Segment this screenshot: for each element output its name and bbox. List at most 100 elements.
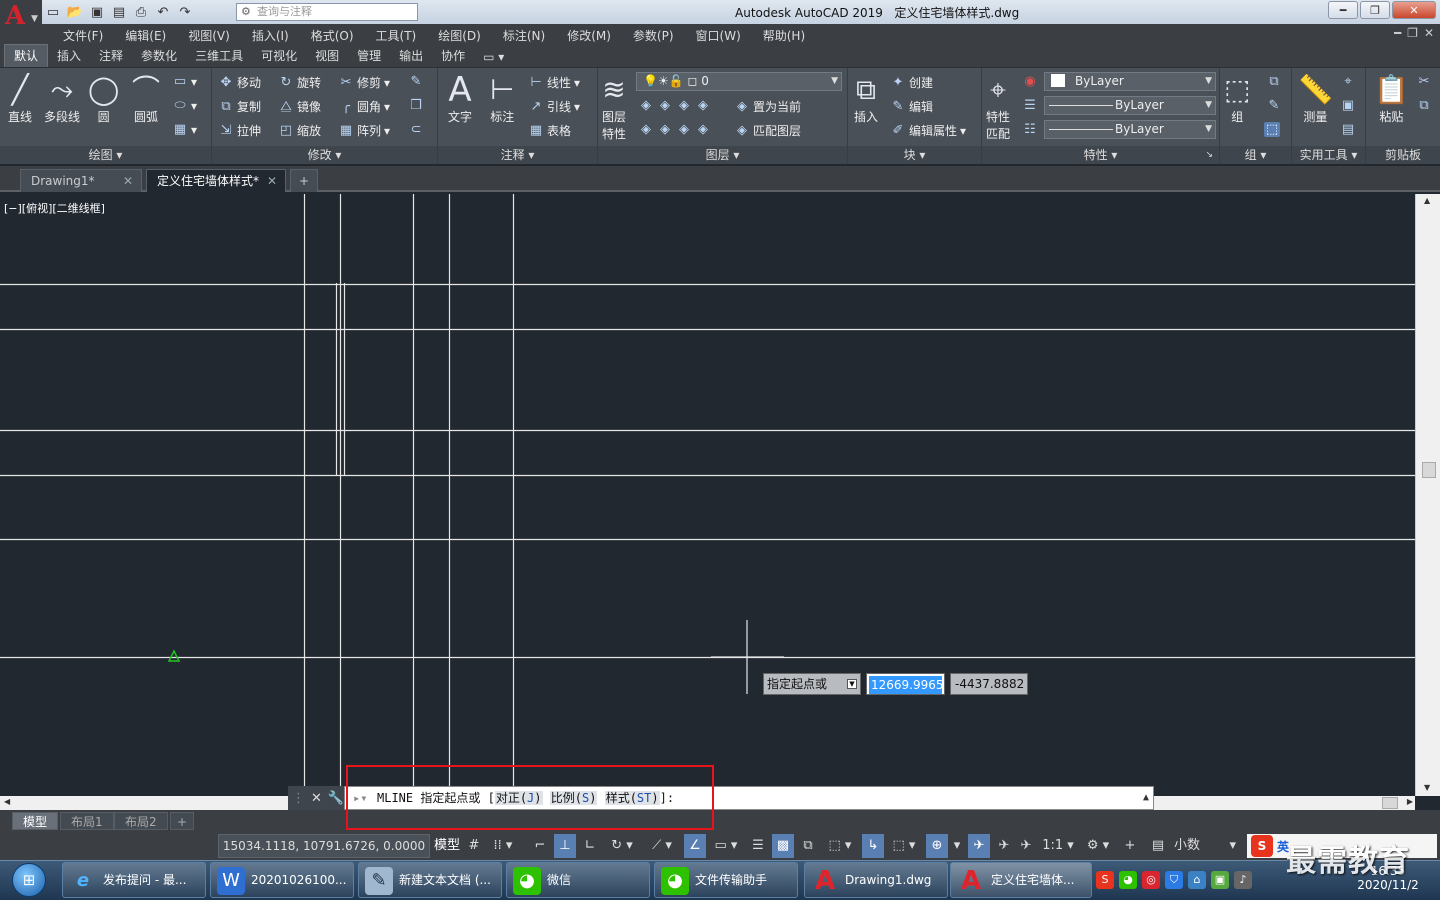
network-tray-icon[interactable]: ⌂ bbox=[1188, 871, 1206, 889]
stretch-button[interactable]: ⇲ 拉伸 bbox=[218, 122, 261, 139]
edit-attribute-button[interactable]: ✐ 编辑属性 ▾ bbox=[890, 122, 967, 139]
annotation-monitor-icon[interactable]: + bbox=[1120, 834, 1140, 858]
new-file-icon[interactable]: ▭ bbox=[44, 3, 62, 21]
units-icon[interactable]: ▤ bbox=[1148, 834, 1168, 858]
color-dropdown[interactable]: ByLayer ▼ bbox=[1044, 72, 1216, 91]
linetype-dropdown[interactable]: ByLayer ▼ bbox=[1044, 96, 1216, 115]
mirror-button[interactable]: ⧋ 镜像 bbox=[278, 98, 321, 115]
menu-window[interactable]: 窗口(W) bbox=[685, 27, 752, 44]
menu-parametric[interactable]: 参数(P) bbox=[622, 27, 685, 44]
text-button[interactable]: A 文字 bbox=[448, 72, 472, 125]
gizmo-icon[interactable]: ⊕ bbox=[926, 834, 948, 858]
sogou-tray-icon[interactable]: S bbox=[1096, 871, 1114, 889]
add-layout-button[interactable]: + bbox=[170, 812, 195, 830]
menu-help[interactable]: 帮助(H) bbox=[752, 27, 816, 44]
application-menu-button[interactable]: A ▼ bbox=[0, 0, 42, 36]
dynamic-input-x[interactable]: 12669.9965 bbox=[866, 673, 945, 695]
selection-cycling-icon[interactable]: ⧉ bbox=[798, 834, 818, 858]
circle-button[interactable]: ◯ 圆 bbox=[88, 72, 119, 125]
leader-button[interactable]: ↗ 引线 ▾ bbox=[528, 98, 581, 115]
insert-block-button[interactable]: ⧉ 插入 bbox=[854, 72, 878, 125]
draw-panel-title[interactable]: 绘图 ▾ bbox=[0, 146, 211, 164]
copy-clip-icon[interactable]: ⧉ bbox=[1416, 98, 1432, 113]
gizmo-dropdown-icon[interactable]: ▾ bbox=[950, 834, 964, 858]
measure-button[interactable]: 📏 测量 bbox=[1298, 72, 1333, 125]
tab-layout2[interactable]: 布局2 bbox=[114, 812, 168, 830]
layer-dropdown[interactable]: 💡☀🔓 ◻ 0 ▼ bbox=[636, 72, 842, 91]
group-button[interactable]: ⬚ 组 bbox=[1224, 72, 1250, 125]
speaker-tray-icon[interactable]: ♪ bbox=[1234, 871, 1252, 889]
copy-button[interactable]: ⧉ 复制 bbox=[218, 98, 261, 115]
isodraft-icon[interactable]: ⟋ ▾ bbox=[644, 834, 680, 858]
infer-constraints-icon[interactable]: ⌐ bbox=[530, 834, 550, 858]
array-button[interactable]: ▦ 阵列 ▾ bbox=[338, 122, 390, 139]
object-snap-icon[interactable]: ▭ ▾ bbox=[708, 834, 744, 858]
minimize-button[interactable]: ━ bbox=[1328, 1, 1358, 19]
taskbar-item-drawing1[interactable]: A Drawing1.dwg bbox=[804, 862, 948, 898]
taskbar-item-wechat[interactable]: ◕ 微信 bbox=[506, 862, 650, 898]
save-as-icon[interactable]: ▤ bbox=[110, 3, 128, 21]
doc-tab-drawing1[interactable]: Drawing1* ✕ bbox=[20, 169, 142, 192]
table-button[interactable]: ▦ 表格 bbox=[528, 122, 571, 139]
start-button[interactable]: ⊞ bbox=[2, 861, 56, 899]
match-layer-button[interactable]: ◈ 匹配图层 bbox=[734, 122, 801, 139]
tab-visualize[interactable]: 可视化 bbox=[252, 45, 306, 67]
explode-button[interactable]: ❒ bbox=[408, 98, 424, 113]
dynamic-input-y[interactable]: -4437.8882 bbox=[950, 673, 1028, 695]
scale-button[interactable]: ◰ 缩放 bbox=[278, 122, 321, 139]
print-icon[interactable]: ⎙ bbox=[132, 3, 150, 21]
transparency-icon[interactable]: ▩ bbox=[772, 834, 794, 858]
viewport-controls[interactable]: [−][俯视][二维线框] bbox=[4, 200, 105, 216]
undo-icon[interactable]: ↶ bbox=[154, 3, 172, 21]
tab-annotate[interactable]: 注释 bbox=[90, 45, 132, 67]
redo-icon[interactable]: ↷ bbox=[176, 3, 194, 21]
erase-button[interactable]: ✎ bbox=[408, 74, 424, 89]
maximize-button[interactable]: ❐ bbox=[1360, 1, 1390, 19]
scroll-down-icon[interactable]: ▼ bbox=[1424, 783, 1430, 792]
offset-button[interactable]: ⊂ bbox=[408, 122, 424, 137]
menu-tools[interactable]: 工具(T) bbox=[365, 27, 428, 44]
dynamic-input-icon[interactable]: ⊥ bbox=[554, 834, 576, 858]
hatch-button[interactable]: ▦ ▾ bbox=[172, 122, 197, 137]
utilities-panel-title[interactable]: 实用工具 ▾ bbox=[1292, 146, 1365, 164]
menu-format[interactable]: 格式(O) bbox=[300, 27, 365, 44]
close-icon[interactable]: ✕ bbox=[267, 170, 277, 192]
units-dropdown[interactable]: 小数 ▾ bbox=[1170, 834, 1240, 858]
rotate-button[interactable]: ↻ 旋转 bbox=[278, 74, 321, 91]
lineweight-dropdown[interactable]: ByLayer ▼ bbox=[1044, 120, 1216, 139]
tab-parametric[interactable]: 参数化 bbox=[132, 45, 186, 67]
snap-icon[interactable]: ⁞⁞ ▾ bbox=[488, 834, 518, 858]
group-select-icon[interactable]: ⬚ bbox=[1264, 122, 1280, 137]
selection-filter-icon[interactable]: ⬚ ▾ bbox=[886, 834, 922, 858]
select-all-icon[interactable]: ▣ bbox=[1340, 98, 1356, 113]
dynamic-ucs-icon[interactable]: ↳ bbox=[862, 834, 884, 858]
ribbon-toggle-icon[interactable]: ▭ ▾ bbox=[474, 48, 513, 67]
color-wheel-icon[interactable]: ◉ bbox=[1022, 74, 1038, 89]
expand-history-icon[interactable]: ▲ bbox=[1143, 787, 1149, 809]
workspace-selector[interactable]: ⚙ 查询与注释 bbox=[236, 3, 418, 21]
layer-tools-row1[interactable]: ◈ ◈ ◈ ◈ bbox=[638, 98, 711, 113]
close-button[interactable]: ✕ bbox=[1392, 1, 1436, 19]
fillet-button[interactable]: ╭ 圆角 ▾ bbox=[338, 98, 390, 115]
layer-properties-button[interactable]: ≋ 图层 特性 bbox=[602, 72, 626, 142]
doc-minimize-icon[interactable]: ━ bbox=[1394, 26, 1401, 40]
object-snap-tracking-icon[interactable]: ∠ bbox=[684, 834, 706, 858]
grid-icon[interactable]: # bbox=[464, 834, 484, 858]
vertical-scrollbar[interactable]: ▲ ▼ bbox=[1415, 194, 1440, 796]
taskbar-item-doc[interactable]: W 20201026100... bbox=[210, 862, 354, 898]
layer-tools-row2[interactable]: ◈ ◈ ◈ ◈ bbox=[638, 122, 711, 137]
group-panel-title[interactable]: 组 ▾ bbox=[1220, 146, 1291, 164]
polar-tracking-icon[interactable]: ↻ ▾ bbox=[604, 834, 640, 858]
linear-button[interactable]: ⊢ 线性 ▾ bbox=[528, 74, 580, 91]
drawing-canvas[interactable] bbox=[0, 194, 1415, 796]
menu-modify[interactable]: 修改(M) bbox=[556, 27, 622, 44]
dimension-button[interactable]: ⊢ 标注 bbox=[490, 72, 514, 125]
wrench-icon[interactable]: 🔧 bbox=[328, 791, 344, 806]
tab-layout1[interactable]: 布局1 bbox=[60, 812, 114, 830]
polyline-button[interactable]: ⤳ 多段线 bbox=[44, 72, 80, 125]
annotation-scale-value[interactable]: 1:1 ▾ bbox=[1040, 834, 1076, 858]
move-button[interactable]: ✥ 移动 bbox=[218, 74, 261, 91]
save-icon[interactable]: ▣ bbox=[88, 3, 106, 21]
tab-collaborate[interactable]: 协作 bbox=[432, 45, 474, 67]
group-edit-icon[interactable]: ✎ bbox=[1266, 98, 1282, 113]
